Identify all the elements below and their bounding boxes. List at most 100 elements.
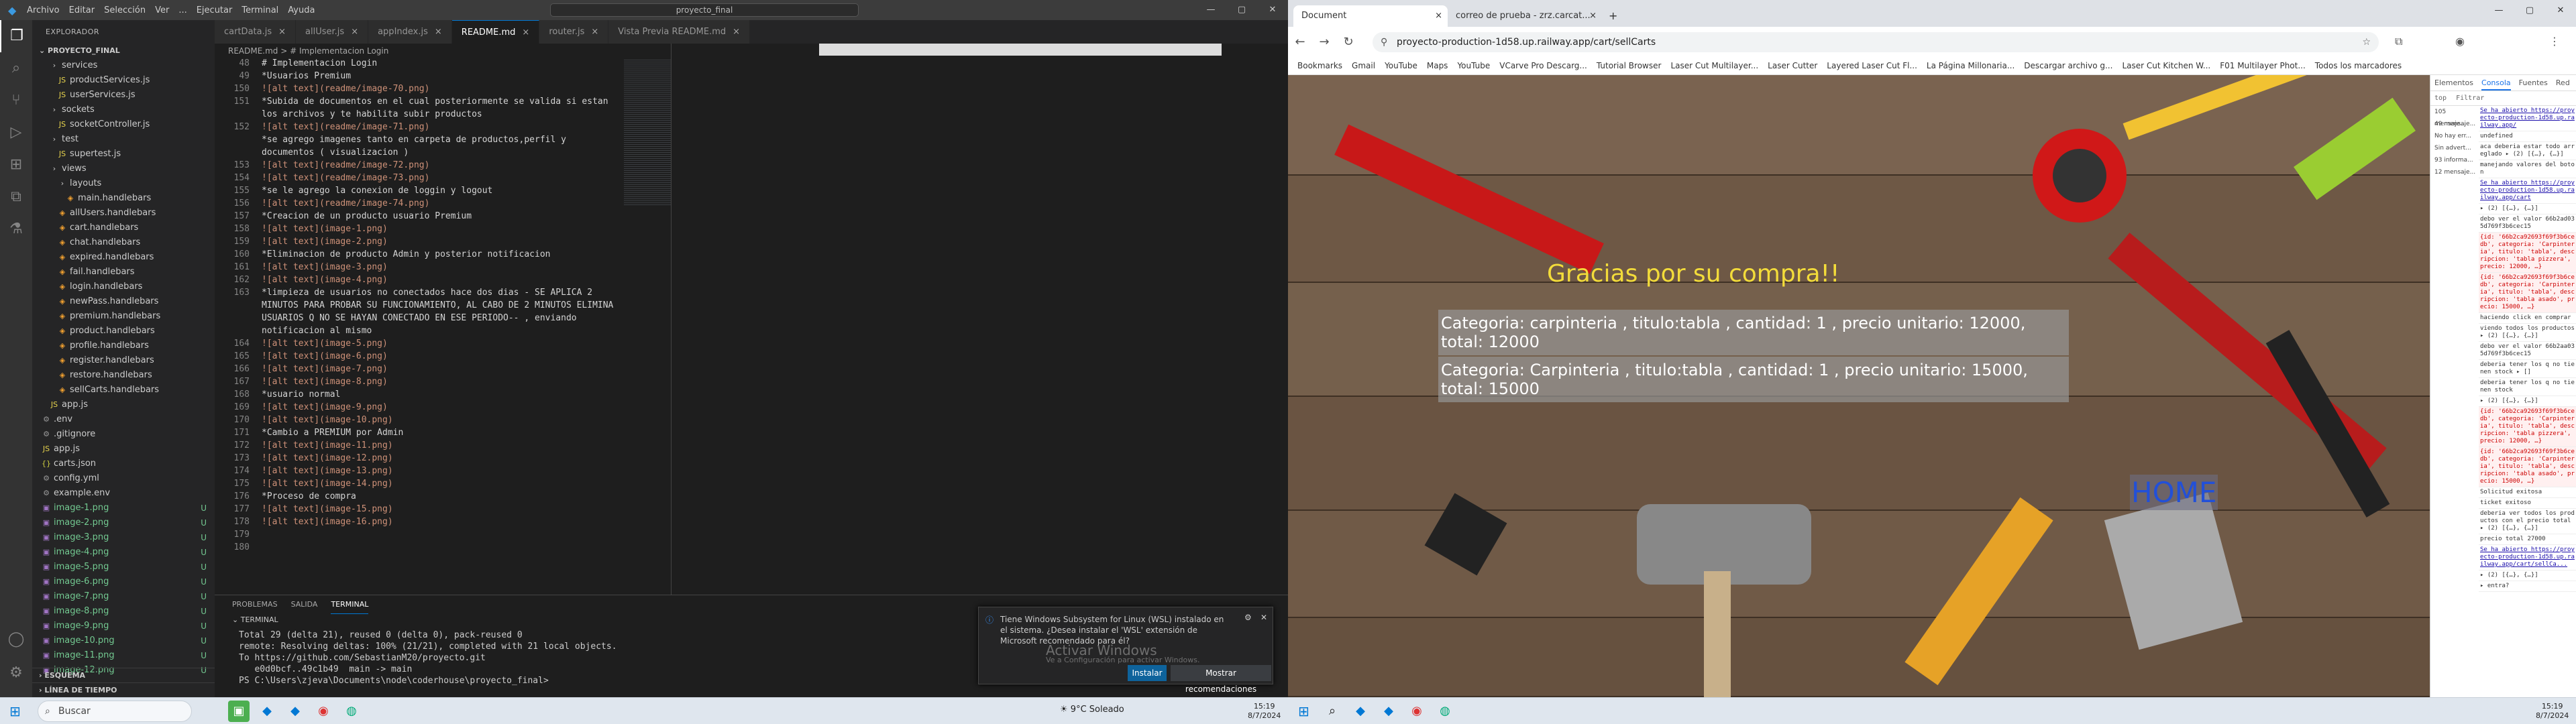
menu-item[interactable]: Archivo <box>27 5 60 15</box>
back-icon[interactable]: ← <box>1288 35 1312 49</box>
code-line[interactable]: ![alt text](image-4.png) <box>262 275 657 285</box>
timeline-section[interactable]: › LÍNEA DE TIEMPO <box>32 682 215 697</box>
code-line[interactable]: ![alt text](readme/image-71.png) <box>262 122 657 132</box>
tree-item[interactable]: ◈ allUsers.handlebars <box>32 206 215 221</box>
code-line[interactable]: ![alt text](image-5.png) <box>262 339 657 349</box>
tree-item[interactable]: ⚙ example.env <box>32 486 215 501</box>
tree-item[interactable]: JS socketController.js <box>32 117 215 132</box>
code-line[interactable]: ![alt text](image-14.png) <box>262 479 657 489</box>
code-line[interactable]: *se le agrego la conexion de loggin y lo… <box>262 186 657 196</box>
tab-close-icon[interactable]: × <box>591 27 598 37</box>
outline-section[interactable]: › ESQUEMA <box>32 668 215 682</box>
bookmark-item[interactable]: Tutorial Browser <box>1597 61 1662 70</box>
console-message[interactable]: aca deberia estar todo arreglado ▸ (2) [… <box>2479 142 2576 160</box>
tree-item[interactable]: › sockets <box>32 103 215 117</box>
bookmark-item[interactable]: La Página Millonaria... <box>1927 61 2015 70</box>
editor-tab[interactable]: router.js × <box>539 20 609 44</box>
console-message[interactable]: debo ver el valor 66b2aa035d769f3b6cec15 <box>2479 342 2576 360</box>
taskbar-search[interactable]: ⌕ Buscar <box>38 701 192 722</box>
notification-close-icon[interactable]: ✕ <box>1260 613 1267 622</box>
code-line[interactable]: ![alt text](image-8.png) <box>262 377 657 387</box>
code-line[interactable]: MINUTOS PARA PROBAR SU FUNCIONAMIENTO, A… <box>262 300 657 310</box>
devtools-tab[interactable]: Red <box>2556 75 2570 90</box>
minimap[interactable] <box>624 58 671 206</box>
minimize-icon[interactable]: — <box>1195 0 1226 20</box>
code-line[interactable]: ![alt text](readme/image-73.png) <box>262 173 657 183</box>
code-line[interactable]: ![alt text](image-9.png) <box>262 402 657 412</box>
settings-gear-icon[interactable]: ⚙ <box>0 657 32 689</box>
devtools-tab[interactable]: Elementos <box>2434 75 2473 90</box>
console-sidebar-item[interactable]: 49 mensaje... <box>2430 118 2477 130</box>
tree-item[interactable]: ▣ image-5.png U <box>32 560 215 575</box>
code-line[interactable]: ![alt text](image-7.png) <box>262 364 657 374</box>
editor-tab[interactable]: Vista Previa README.md × <box>608 20 751 44</box>
browser-close-icon[interactable]: ✕ <box>2545 0 2576 21</box>
code-line[interactable]: ![alt text](readme/image-72.png) <box>262 160 657 170</box>
new-tab-icon[interactable]: + <box>1602 5 1624 27</box>
tree-item[interactable]: ▣ image-10.png U <box>32 634 215 648</box>
code-line[interactable]: *usuario normal <box>262 389 657 400</box>
tree-item[interactable]: ⚙ .env <box>32 412 215 427</box>
extensions-icon[interactable]: ⊞ <box>0 149 32 181</box>
menu-item[interactable]: ... <box>178 5 186 15</box>
code-editor[interactable]: 48 # Implementacion Login 49 *Usuarios Prem… <box>215 58 671 595</box>
tree-item[interactable]: ▣ image-2.png U <box>32 516 215 530</box>
project-root[interactable]: ⌄ PROYECTO_FINAL <box>32 44 215 58</box>
console-message[interactable]: Se ha abierto https://proyecto-productio… <box>2479 106 2576 131</box>
top-context[interactable]: top <box>2434 95 2447 102</box>
windows-start-icon[interactable]: ⊞ <box>9 703 21 719</box>
source-control-icon[interactable]: ⑂ <box>0 84 32 117</box>
console-message[interactable]: ▸ (2) [{…}, {…}] <box>2479 570 2576 581</box>
tree-item[interactable]: JS productServices.js <box>32 73 215 88</box>
reload-icon[interactable]: ↻ <box>1336 35 1360 49</box>
console-sidebar-item[interactable]: No hay err... <box>2430 130 2477 142</box>
code-line[interactable]: los archivos y te habilita subir product… <box>262 109 657 119</box>
site-info-icon[interactable]: ⚲ <box>1381 32 1387 52</box>
command-center[interactable]: proyecto_final <box>550 3 859 17</box>
run-debug-icon[interactable]: ▷ <box>0 117 32 149</box>
code-line[interactable]: # Implementacion Login <box>262 58 657 68</box>
tab-close-icon[interactable]: × <box>1589 5 1597 27</box>
code-line[interactable]: ![alt text](image-3.png) <box>262 262 657 272</box>
console-message[interactable]: {id: '66b2ca92693f69f3b6cedb', categoria… <box>2479 447 2576 487</box>
tree-item[interactable]: ▣ image-11.png U <box>32 648 215 663</box>
console-message[interactable]: {id: '66b2ca92693f69f3b6cedb', categoria… <box>2479 273 2576 313</box>
tree-item[interactable]: › layouts <box>32 176 215 191</box>
code-line[interactable]: USUARIOS Q NO SE HAYAN CONECTADO EN ESE … <box>262 313 657 323</box>
vscode-icon[interactable]: ◆ <box>1350 701 1371 722</box>
profile-icon[interactable]: ◉ <box>2455 35 2465 48</box>
tab-close-icon[interactable]: × <box>278 27 286 37</box>
tab-close-icon[interactable]: × <box>351 27 358 37</box>
menu-item[interactable]: Ejecutar <box>197 5 233 15</box>
vscode-icon[interactable]: ◆ <box>256 701 278 722</box>
tree-item[interactable]: ◈ register.handlebars <box>32 353 215 368</box>
close-icon[interactable]: ✕ <box>1257 0 1288 20</box>
bookmark-item[interactable]: F01 Multilayer Phot... <box>2220 61 2306 70</box>
explorer-icon[interactable]: ❐ <box>0 20 32 52</box>
address-bar[interactable]: ⚲ proyecto-production-1d58.up.railway.ap… <box>1373 32 2379 52</box>
code-line[interactable]: *Proceso de compra <box>262 491 657 501</box>
browser-menu-icon[interactable]: ⋮ <box>2549 35 2560 48</box>
browser-maximize-icon[interactable]: ▢ <box>2514 0 2545 21</box>
console-message[interactable]: Se ha abierto https://proyecto-productio… <box>2479 545 2576 570</box>
code-line[interactable]: *Subida de documentos en el cual posteri… <box>262 97 657 107</box>
bookmark-item[interactable]: VCarve Pro Descarg... <box>1499 61 1587 70</box>
breadcrumb[interactable]: README.md > # Implementacion Login <box>215 44 671 58</box>
bookmark-item[interactable]: Gmail <box>1352 61 1375 70</box>
editor-tab[interactable]: README.md × <box>451 20 540 44</box>
editor-tab[interactable]: appIndex.js × <box>368 20 452 44</box>
console-message[interactable]: manejando valores del boton <box>2479 160 2576 178</box>
clock-left[interactable]: 15:19 8/7/2024 <box>1248 702 1281 721</box>
menu-item[interactable]: Terminal <box>241 5 278 15</box>
panel-tab[interactable]: PROBLEMAS <box>232 595 278 614</box>
notification-settings-icon[interactable]: ⚙ <box>1244 613 1252 622</box>
code-line[interactable]: documentos ( visualizacion ) <box>262 147 657 158</box>
bookmark-item[interactable]: Laser Cutter <box>1768 61 1817 70</box>
tree-item[interactable]: ▣ image-4.png U <box>32 545 215 560</box>
code-line[interactable]: *Cambio a PREMIUM por Admin <box>262 428 657 438</box>
devtools-tab[interactable]: Fuentes <box>2519 75 2548 90</box>
tree-item[interactable]: ◈ login.handlebars <box>32 280 215 294</box>
tree-item[interactable]: JS app.js <box>32 442 215 457</box>
home-link[interactable]: HOME <box>2130 475 2218 510</box>
bookmark-item[interactable]: Laser Cut Kitchen W... <box>2122 61 2210 70</box>
